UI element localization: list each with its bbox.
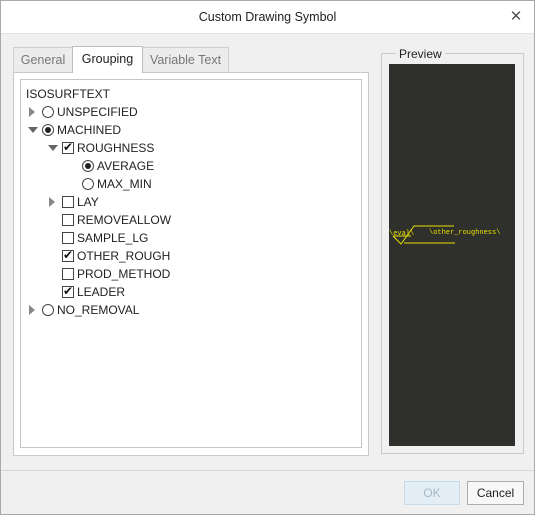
lay-label: LAY xyxy=(77,195,99,209)
removeallow-label: REMOVEALLOW xyxy=(77,213,172,227)
max-min-label: MAX_MIN xyxy=(97,177,152,191)
symbol-right-text: \other_roughness\ xyxy=(429,229,500,237)
chevron-down-icon[interactable] xyxy=(28,127,38,133)
no-removal-label: NO_REMOVAL xyxy=(57,303,140,317)
chevron-right-icon[interactable] xyxy=(29,305,35,315)
title-bar: Custom Drawing Symbol ✕ xyxy=(1,1,534,34)
preview-label: Preview xyxy=(396,47,445,61)
unspecified-radio[interactable] xyxy=(42,106,54,118)
tree-node-sample-lg[interactable]: SAMPLE_LG xyxy=(21,229,351,247)
close-icon[interactable]: ✕ xyxy=(506,7,526,27)
tree-node-removeallow[interactable]: REMOVEALLOW xyxy=(21,211,351,229)
tree-node-unspecified[interactable]: UNSPECIFIED xyxy=(21,103,351,121)
tab-variable-text[interactable]: Variable Text xyxy=(142,47,229,72)
dialog-title: Custom Drawing Symbol xyxy=(198,10,337,24)
tree-node-other-rough[interactable]: ✔ OTHER_ROUGH xyxy=(21,247,351,265)
machined-radio[interactable] xyxy=(42,124,54,136)
leader-checkbox[interactable]: ✔ xyxy=(62,284,74,298)
leader-label: LEADER xyxy=(77,285,126,299)
checkmark-icon: ✔ xyxy=(63,140,74,154)
other-rough-checkbox[interactable]: ✔ xyxy=(62,248,74,262)
max-min-radio[interactable] xyxy=(82,178,94,190)
other-rough-label: OTHER_ROUGH xyxy=(77,249,171,263)
chevron-right-icon[interactable] xyxy=(49,197,55,207)
grouping-panel: ISOSURFTEXT UNSPECIFIED MACHINED ✔ ROUGHNES… xyxy=(13,72,369,456)
grouping-tree[interactable]: ISOSURFTEXT UNSPECIFIED MACHINED ✔ ROUGHNES… xyxy=(20,79,362,448)
tree-root-label: ISOSURFTEXT xyxy=(26,87,111,101)
tree-node-average[interactable]: AVERAGE xyxy=(21,157,351,175)
roughness-checkbox[interactable]: ✔ xyxy=(62,140,74,154)
removeallow-checkbox[interactable] xyxy=(62,214,74,226)
tree-node-max-min[interactable]: MAX_MIN xyxy=(21,175,351,193)
symbol-left-text: \eval\ xyxy=(389,230,414,238)
checkmark-icon: ✔ xyxy=(63,248,74,262)
preview-group: Preview \eval\ \other_roughness\ xyxy=(381,47,524,454)
surface-finish-symbol: \eval\ \other_roughness\ xyxy=(389,225,500,245)
tree-node-roughness[interactable]: ✔ ROUGHNESS xyxy=(21,139,351,157)
cancel-button[interactable]: Cancel xyxy=(467,481,524,505)
lay-checkbox[interactable] xyxy=(62,196,74,208)
chevron-right-icon[interactable] xyxy=(29,107,35,117)
prod-method-label: PROD_METHOD xyxy=(77,267,171,281)
prod-method-checkbox[interactable] xyxy=(62,268,74,280)
tree-node-lay[interactable]: LAY xyxy=(21,193,351,211)
roughness-label: ROUGHNESS xyxy=(77,141,155,155)
checkmark-icon: ✔ xyxy=(63,284,74,298)
sample-lg-checkbox[interactable] xyxy=(62,232,74,244)
machined-label: MACHINED xyxy=(57,123,122,137)
chevron-down-icon[interactable] xyxy=(48,145,58,151)
tab-general[interactable]: General xyxy=(13,47,73,72)
unspecified-label: UNSPECIFIED xyxy=(57,105,138,119)
tree-node-leader[interactable]: ✔ LEADER xyxy=(21,283,351,301)
ok-button[interactable]: OK xyxy=(404,481,460,505)
no-removal-radio[interactable] xyxy=(42,304,54,316)
tree-node-machined[interactable]: MACHINED xyxy=(21,121,351,139)
sample-lg-label: SAMPLE_LG xyxy=(77,231,149,245)
tree-node-prod-method[interactable]: PROD_METHOD xyxy=(21,265,351,283)
dialog-window: Custom Drawing Symbol ✕ General Grouping… xyxy=(0,0,535,515)
footer-separator xyxy=(1,470,534,471)
average-label: AVERAGE xyxy=(97,159,155,173)
tree-node-no-removal[interactable]: NO_REMOVAL xyxy=(21,301,351,319)
tab-grouping[interactable]: Grouping xyxy=(72,46,143,73)
average-radio[interactable] xyxy=(82,160,94,172)
preview-canvas: \eval\ \other_roughness\ xyxy=(389,64,515,446)
